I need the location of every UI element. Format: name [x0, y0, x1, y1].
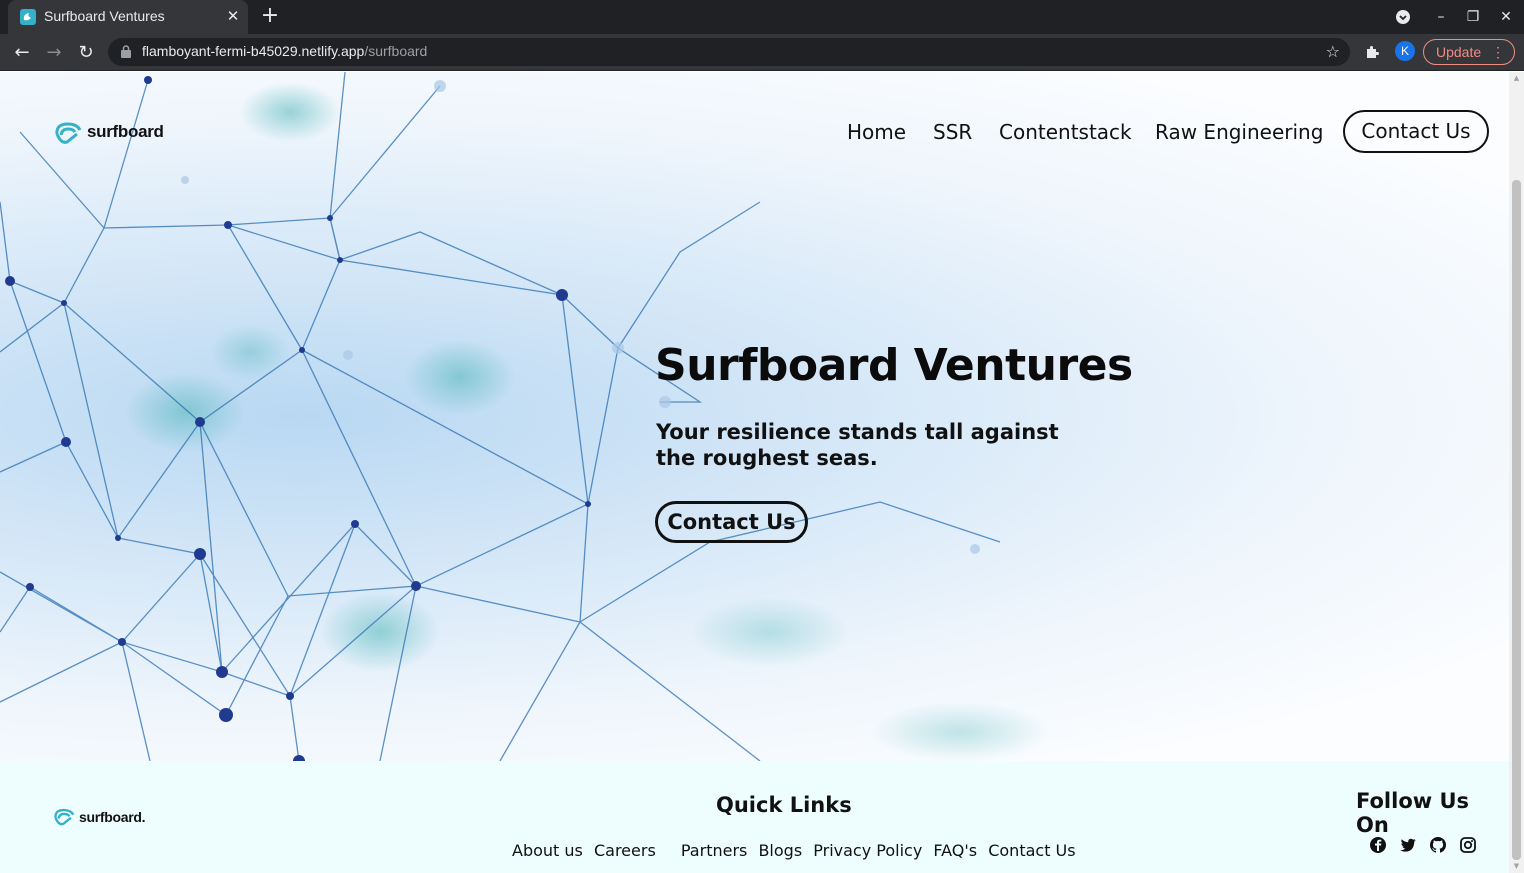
scroll-up-arrow-icon[interactable]: ▲ — [1512, 74, 1521, 82]
nav-home[interactable]: Home — [847, 120, 906, 144]
update-label: Update — [1436, 44, 1482, 60]
profile-avatar[interactable]: K — [1395, 41, 1415, 61]
twitter-icon[interactable] — [1399, 836, 1417, 854]
forward-icon[interactable]: → — [41, 40, 67, 66]
site-favicon-icon — [20, 9, 36, 25]
facebook-icon[interactable] — [1369, 836, 1387, 854]
hero-contact-us-button[interactable]: Contact Us — [655, 501, 808, 543]
github-icon[interactable] — [1429, 836, 1447, 854]
surfboard-logo-icon — [54, 808, 75, 826]
footer-link-contact[interactable]: Contact Us — [988, 841, 1075, 860]
url-host: flamboyant-fermi-b45029.netlify.app — [142, 43, 365, 59]
menu-kebab-icon: ⋮ — [1491, 44, 1505, 60]
lock-icon — [121, 45, 131, 58]
footer-link-partners[interactable]: Partners — [681, 841, 747, 860]
page-viewport: surfboard Home SSR Contentstack Raw Engi… — [0, 72, 1509, 873]
scroll-down-arrow-icon[interactable]: ▼ — [1512, 862, 1521, 870]
extensions-puzzle-icon[interactable] — [1362, 42, 1382, 62]
footer: surfboard. Quick Links About us Careers … — [0, 761, 1509, 873]
url-text: flamboyant-fermi-b45029.netlify.app/surf… — [142, 43, 427, 59]
hero-subtitle: Your resilience stands tall against the … — [656, 420, 1059, 470]
scrollbar-thumb[interactable] — [1512, 180, 1521, 860]
browser-toolbar: ← → ↻ flamboyant-fermi-b45029.netlify.ap… — [0, 34, 1524, 71]
restore-icon[interactable]: ❐ — [1461, 6, 1485, 28]
nav-contentstack[interactable]: Contentstack — [999, 120, 1132, 144]
footer-link-careers[interactable]: Careers — [594, 841, 656, 860]
browser-tab[interactable]: Surfboard Ventures ✕ — [8, 0, 248, 34]
minimize-icon[interactable]: – — [1429, 6, 1453, 28]
back-icon[interactable]: ← — [9, 40, 35, 66]
instagram-icon[interactable] — [1459, 836, 1477, 854]
footer-link-privacy[interactable]: Privacy Policy — [813, 841, 922, 860]
address-bar[interactable]: flamboyant-fermi-b45029.netlify.app/surf… — [108, 38, 1350, 66]
url-path: /surfboard — [364, 43, 428, 59]
tab-close-icon[interactable]: ✕ — [224, 7, 242, 25]
hero-network-illustration — [0, 72, 1050, 761]
quick-links-heading: Quick Links — [716, 793, 852, 817]
tab-title: Surfboard Ventures — [44, 8, 165, 24]
hero-section: surfboard Home SSR Contentstack Raw Engi… — [0, 72, 1509, 761]
nav-ssr[interactable]: SSR — [933, 120, 972, 144]
nav-contact-us-button[interactable]: Contact Us — [1343, 110, 1489, 153]
page-scrollbar[interactable]: ▲ ▼ — [1509, 72, 1524, 873]
close-window-icon[interactable]: ✕ — [1494, 6, 1518, 28]
nav-raw-engineering[interactable]: Raw Engineering — [1155, 120, 1323, 144]
bookmark-star-icon[interactable]: ☆ — [1326, 41, 1340, 63]
follow-us-heading: Follow Us On — [1356, 789, 1470, 837]
surfboard-logo-icon — [55, 122, 82, 144]
logo-text: surfboard — [87, 122, 164, 141]
quick-links-list: About us Careers Partners Blogs Privacy … — [512, 841, 1082, 860]
tab-search-icon[interactable] — [1391, 6, 1415, 28]
footer-logo-text: surfboard. — [79, 809, 146, 825]
footer-link-faqs[interactable]: FAQ's — [933, 841, 977, 860]
update-button[interactable]: Update ⋮ — [1423, 39, 1515, 65]
reload-icon[interactable]: ↻ — [73, 40, 99, 66]
new-tab-icon[interactable]: + — [258, 5, 282, 29]
hero-title: Surfboard Ventures — [655, 340, 1133, 391]
footer-link-about[interactable]: About us — [512, 841, 583, 860]
browser-tab-strip: Surfboard Ventures ✕ + – ❐ ✕ — [0, 0, 1524, 34]
footer-link-blogs[interactable]: Blogs — [758, 841, 802, 860]
